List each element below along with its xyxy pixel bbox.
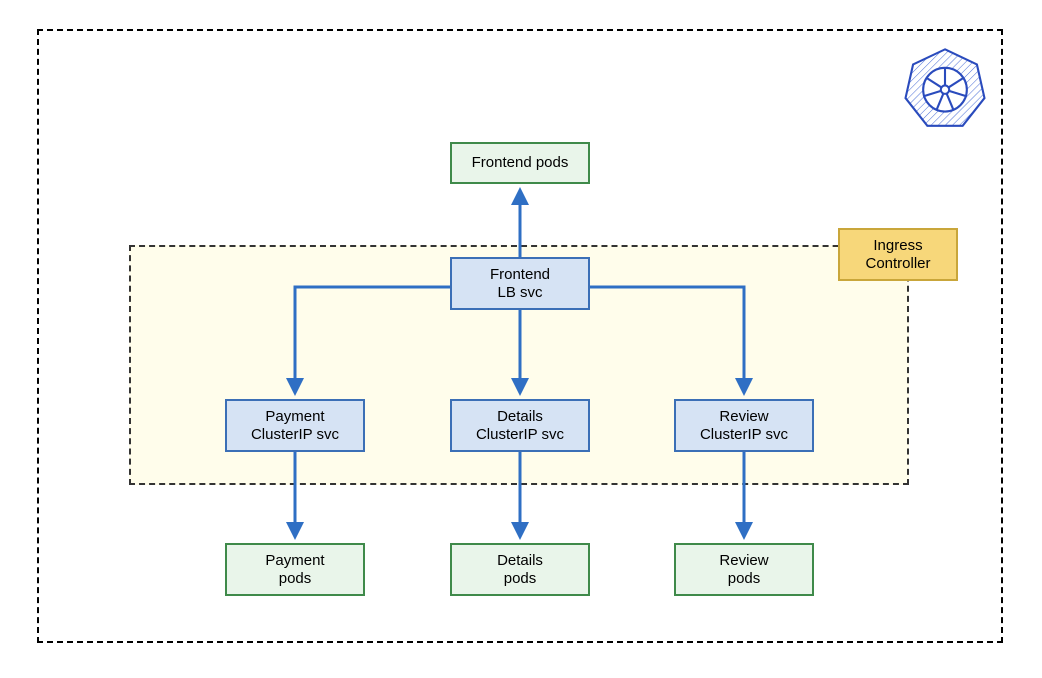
node-label: Details: [497, 552, 543, 570]
node-details-svc: Details ClusterIP svc: [450, 399, 590, 452]
node-review-pods: Review pods: [674, 543, 814, 596]
kubernetes-icon: [903, 46, 987, 130]
node-frontend-pods: Frontend pods: [450, 142, 590, 184]
node-label: Payment: [265, 408, 324, 426]
node-label: Ingress: [873, 237, 922, 255]
node-label: Frontend: [490, 266, 550, 284]
node-label: LB svc: [497, 284, 542, 302]
node-label: ClusterIP svc: [251, 426, 339, 444]
node-label: Review: [719, 408, 768, 426]
node-frontend-lb-svc: Frontend LB svc: [450, 257, 590, 310]
diagram-stage: Frontend pods Frontend LB svc Payment Cl…: [0, 0, 1042, 678]
node-label: Payment: [265, 552, 324, 570]
node-details-pods: Details pods: [450, 543, 590, 596]
node-label: Frontend pods: [472, 154, 569, 172]
node-label: ClusterIP svc: [476, 426, 564, 444]
node-label: ClusterIP svc: [700, 426, 788, 444]
node-label: pods: [504, 570, 537, 588]
node-ingress-controller: Ingress Controller: [838, 228, 958, 281]
node-review-svc: Review ClusterIP svc: [674, 399, 814, 452]
node-label: Details: [497, 408, 543, 426]
node-label: pods: [728, 570, 761, 588]
node-label: Review: [719, 552, 768, 570]
node-payment-svc: Payment ClusterIP svc: [225, 399, 365, 452]
node-payment-pods: Payment pods: [225, 543, 365, 596]
node-label: Controller: [865, 255, 930, 273]
node-label: pods: [279, 570, 312, 588]
